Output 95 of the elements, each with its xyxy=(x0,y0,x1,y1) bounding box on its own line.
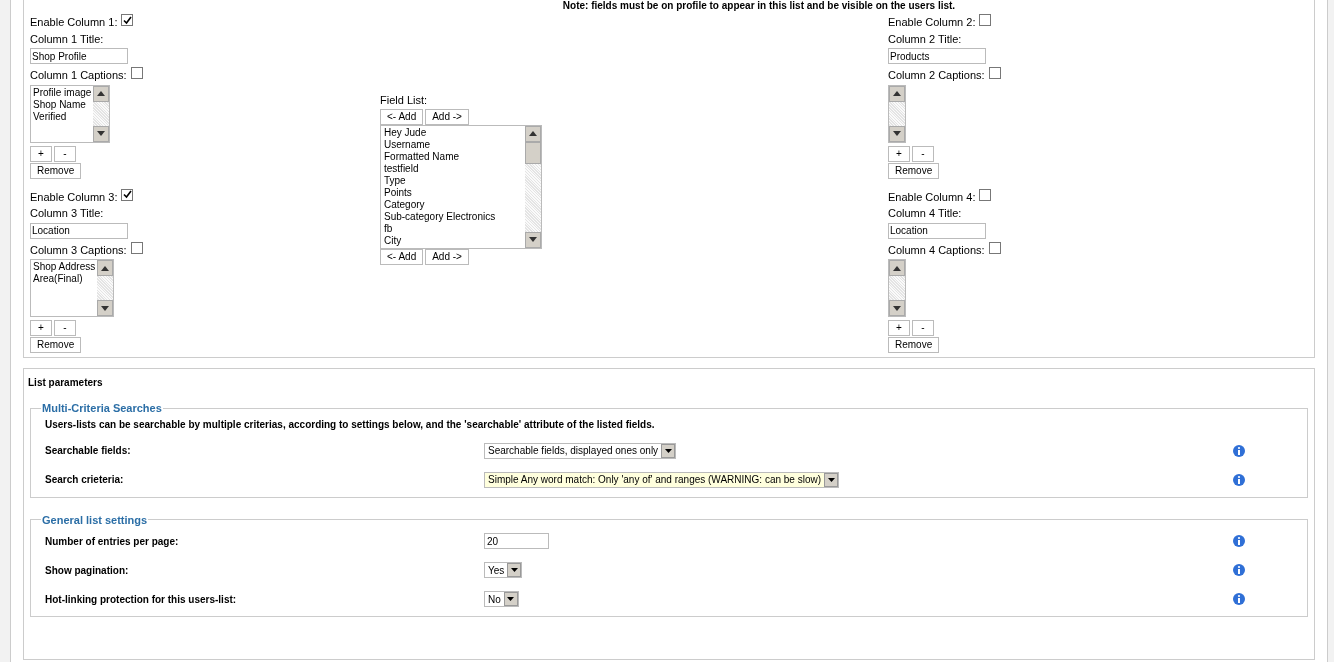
field-option[interactable]: testfield xyxy=(384,162,522,175)
checkbox[interactable] xyxy=(979,14,992,26)
field-option[interactable]: Type xyxy=(384,174,522,187)
remove-button[interactable]: Remove xyxy=(888,162,940,179)
select-dropdown[interactable]: No xyxy=(484,591,519,607)
scroll-up-icon[interactable] xyxy=(97,260,114,276)
add-caption-button[interactable]: + xyxy=(30,145,52,162)
info-icon[interactable] xyxy=(1233,473,1245,486)
setting-label: Number of entries per page: xyxy=(44,534,180,549)
add-button[interactable]: Add -> xyxy=(425,108,469,125)
add-caption-button[interactable]: + xyxy=(888,145,910,162)
checkbox[interactable] xyxy=(988,67,1001,79)
title-input[interactable]: Location xyxy=(888,222,986,239)
captions-label: Column 3 Captions: xyxy=(30,242,127,258)
section-title: List parameters xyxy=(28,376,104,390)
caption-option[interactable]: Verified xyxy=(33,110,92,123)
checkbox[interactable] xyxy=(130,241,143,254)
scroll-up-icon[interactable] xyxy=(889,260,905,276)
text-input[interactable]: 20 xyxy=(484,533,549,549)
remove-caption-button[interactable]: - xyxy=(912,145,934,162)
scroll-up-icon[interactable] xyxy=(889,85,905,102)
captions-listbox[interactable] xyxy=(888,259,906,317)
checkmark-icon xyxy=(122,190,132,199)
info-icon[interactable] xyxy=(1233,444,1245,457)
scroll-thumb[interactable] xyxy=(525,141,541,164)
field-option[interactable]: Sub-category Electronics xyxy=(384,210,522,223)
select-dropdown[interactable]: Searchable fields, displayed ones only xyxy=(484,442,677,459)
remove-button[interactable]: Remove xyxy=(30,337,82,353)
checkbox[interactable] xyxy=(979,188,992,201)
field-option[interactable]: fb xyxy=(384,222,522,235)
remove-caption-button[interactable]: - xyxy=(54,145,76,162)
captions-listbox[interactable]: Shop Address Area(Final) xyxy=(30,259,115,317)
title-label: Column 2 Title: xyxy=(888,31,962,47)
remove-caption-button[interactable]: - xyxy=(54,320,76,336)
select-dropdown[interactable]: Yes xyxy=(484,562,523,578)
checkbox[interactable] xyxy=(988,241,1001,254)
captions-listbox[interactable]: Profile image Shop Name Verified xyxy=(30,84,111,143)
caption-option[interactable]: Shop Address xyxy=(33,261,96,273)
info-icon[interactable] xyxy=(1233,593,1245,605)
checkbox[interactable] xyxy=(121,14,134,26)
field-option[interactable]: Points xyxy=(384,186,522,199)
field-listbox[interactable]: Hey Jude Username Formatted Name testfield Type Points Category Sub-category Electronics fb City xyxy=(380,124,542,249)
captions-listbox[interactable] xyxy=(888,84,906,143)
scrollbar[interactable] xyxy=(525,125,541,248)
enable-label: Enable Column 3: xyxy=(30,189,118,205)
enable-label: Enable Column 4: xyxy=(888,189,976,205)
fieldset-legend: General list settings xyxy=(41,511,149,528)
title-input[interactable]: Location xyxy=(30,222,128,239)
caption-option[interactable]: Shop Name xyxy=(33,98,92,111)
info-icon[interactable] xyxy=(1233,535,1245,547)
checkmark-icon xyxy=(122,15,132,25)
caption-option[interactable]: Profile image xyxy=(33,86,92,99)
field-option[interactable]: City xyxy=(384,234,522,247)
scroll-down-icon[interactable] xyxy=(889,125,905,142)
captions-label: Column 1 Captions: xyxy=(30,68,127,83)
fieldset-legend: Multi-Criteria Searches xyxy=(41,400,163,417)
select-dropdown[interactable]: Simple Any word match: Only 'any of' and ranges (WARNING: can be slow) xyxy=(484,471,840,488)
enable-label: Enable Column 1: xyxy=(30,15,118,30)
note-text: Note: fields must be on profile to appear in this list and be visible on the users list. xyxy=(562,0,956,12)
captions-label: Column 2 Captions: xyxy=(888,68,985,83)
scroll-up-icon[interactable] xyxy=(525,125,541,142)
field-option[interactable]: Hey Jude xyxy=(384,126,522,139)
remove-button[interactable]: Remove xyxy=(888,337,940,353)
setting-label: Show pagination: xyxy=(44,563,130,578)
remove-caption-button[interactable]: - xyxy=(912,320,934,336)
scrollbar[interactable] xyxy=(97,260,114,316)
title-label: Column 4 Title: xyxy=(888,206,962,221)
scroll-down-icon[interactable] xyxy=(93,125,110,142)
field-list-label: Field List: xyxy=(380,93,428,108)
scroll-down-icon[interactable] xyxy=(889,300,905,316)
scroll-down-icon[interactable] xyxy=(525,231,541,248)
title-label: Column 1 Title: xyxy=(30,31,104,47)
field-option[interactable]: Formatted Name xyxy=(384,150,522,163)
scroll-up-icon[interactable] xyxy=(93,85,110,102)
field-option[interactable]: Username xyxy=(384,138,522,151)
captions-label: Column 4 Captions: xyxy=(888,242,985,258)
setting-label: Hot-linking protection for this users-list: xyxy=(44,592,238,607)
add-button[interactable]: <- Add xyxy=(380,108,424,125)
scrollbar[interactable] xyxy=(93,85,110,142)
enable-label: Enable Column 2: xyxy=(888,15,976,30)
setting-label: Search crieteria: xyxy=(44,473,125,487)
title-input[interactable]: Shop Profile xyxy=(30,48,128,64)
add-caption-button[interactable]: + xyxy=(888,320,910,336)
description-text: Users-lists can be searchable by multiple criterias, according to settings below, and the 'searchable' attribute of the listed fields. xyxy=(45,417,656,432)
add-caption-button[interactable]: + xyxy=(30,320,52,336)
setting-label: Searchable fields: xyxy=(44,444,132,458)
title-input[interactable]: Products xyxy=(888,48,986,64)
checkbox[interactable] xyxy=(130,67,143,79)
info-icon[interactable] xyxy=(1233,564,1245,576)
field-option[interactable]: Category xyxy=(384,198,522,211)
caption-option[interactable]: Area(Final) xyxy=(33,273,96,285)
title-label: Column 3 Title: xyxy=(30,206,104,221)
remove-button[interactable]: Remove xyxy=(30,162,82,179)
checkbox[interactable] xyxy=(121,188,134,201)
scroll-down-icon[interactable] xyxy=(97,300,114,316)
